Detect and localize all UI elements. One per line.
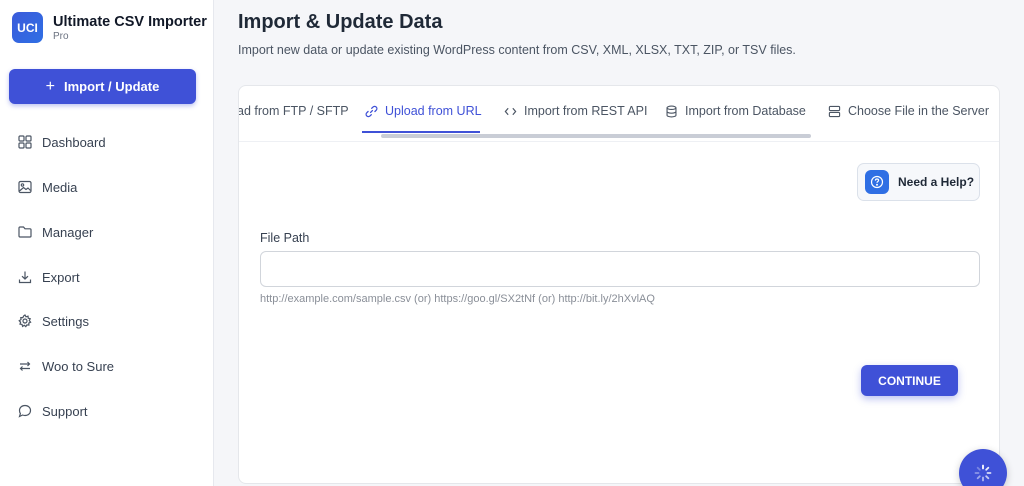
folder-icon	[18, 226, 32, 238]
sidebar-item-export[interactable]: Export	[18, 267, 80, 287]
tab-ftp-sftp[interactable]: ad from FTP / SFTP	[239, 101, 349, 121]
database-icon	[666, 105, 677, 117]
brand: UCI Ultimate CSV Importer Pro	[12, 12, 207, 43]
import-update-label: Import / Update	[64, 79, 160, 94]
app-name: Ultimate CSV Importer	[53, 13, 207, 30]
sidebar-item-label: Export	[42, 269, 80, 285]
import-card: ad from FTP / SFTP Upload from URL Impor…	[238, 85, 1000, 484]
tab-import-database[interactable]: Import from Database	[665, 101, 806, 121]
sidebar-item-woo-to-sure[interactable]: Woo to Sure	[18, 356, 114, 376]
sidebar-item-label: Media	[42, 179, 78, 195]
file-path-hint: http://example.com/sample.csv (or) https…	[260, 293, 655, 305]
tab-label: Import from REST API	[524, 104, 648, 118]
server-icon	[828, 105, 841, 117]
tab-label: Upload from URL	[385, 104, 482, 118]
grid-icon	[18, 135, 32, 149]
sidebar-item-support[interactable]: Support	[18, 401, 88, 421]
swap-icon	[19, 361, 31, 371]
plus-icon: +	[45, 77, 55, 95]
sidebar-item-settings[interactable]: Settings	[18, 311, 89, 331]
file-path-input[interactable]	[260, 251, 980, 287]
tab-label: Choose File in the Server	[848, 104, 990, 118]
active-tab-indicator	[362, 131, 480, 133]
sidebar-item-label: Dashboard	[42, 134, 106, 150]
tab-label: Import from Database	[685, 104, 806, 118]
sidebar-item-label: Manager	[42, 224, 94, 240]
link-icon	[365, 105, 378, 117]
spinner-icon	[974, 464, 992, 482]
chat-icon	[18, 404, 32, 418]
need-help-label: Need a Help?	[898, 175, 975, 189]
page-title: Import & Update Data	[238, 11, 443, 33]
gear-icon	[18, 314, 32, 328]
tab-upload-from-url[interactable]: Upload from URL	[365, 101, 482, 121]
app-edition: Pro	[53, 30, 69, 42]
help-icon	[865, 170, 889, 194]
tab-choose-file-server[interactable]: Choose File in the Server	[828, 101, 989, 121]
tabs-scrollbar[interactable]	[381, 134, 811, 138]
import-update-button[interactable]: + Import / Update	[9, 69, 196, 104]
app-logo: UCI	[12, 12, 43, 43]
import-source-tabs: ad from FTP / SFTP Upload from URL Impor…	[239, 86, 999, 142]
sidebar-item-media[interactable]: Media	[18, 177, 77, 197]
tab-import-rest-api[interactable]: Import from REST API	[504, 101, 647, 121]
tab-label: ad from FTP / SFTP	[239, 104, 349, 118]
sidebar-item-label: Woo to Sure	[42, 358, 115, 374]
need-help-button[interactable]: Need a Help?	[857, 163, 980, 201]
image-icon	[18, 180, 32, 194]
download-icon	[18, 271, 32, 284]
file-path-label: File Path	[260, 231, 310, 245]
sidebar-item-dashboard[interactable]: Dashboard	[18, 132, 106, 152]
continue-button[interactable]: CONTINUE	[861, 365, 958, 396]
sidebar-item-label: Support	[42, 403, 88, 419]
code-icon	[504, 107, 517, 115]
sidebar-item-manager[interactable]: Manager	[18, 222, 93, 242]
sidebar-item-label: Settings	[42, 313, 89, 329]
page-description: Import new data or update existing WordP…	[238, 43, 796, 57]
sidebar: UCI Ultimate CSV Importer Pro + Import /…	[0, 0, 214, 486]
